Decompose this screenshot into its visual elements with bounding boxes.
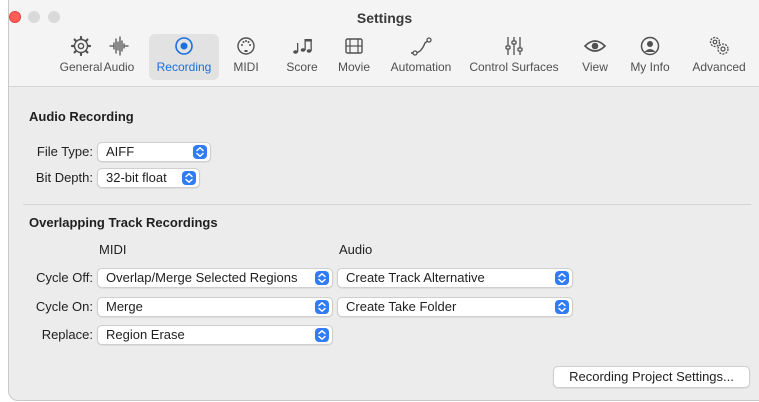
chevron-up-down-icon: [315, 328, 329, 342]
tab-advanced[interactable]: Advanced: [687, 34, 751, 80]
chevron-up-down-icon: [555, 300, 569, 314]
cycle-off-midi-popup[interactable]: Overlap/Merge Selected Regions: [97, 268, 333, 288]
tab-midi-label: MIDI: [233, 60, 259, 74]
overlapping-recordings-heading: Overlapping Track Recordings: [29, 215, 218, 230]
cycle-off-label: Cycle Off:: [36, 270, 93, 285]
tab-automation[interactable]: Automation: [382, 34, 460, 80]
chevron-up-down-icon: [315, 300, 329, 314]
tab-my-info[interactable]: My Info: [623, 34, 677, 80]
tab-movie[interactable]: Movie: [332, 34, 376, 80]
tab-control-surfaces[interactable]: Control Surfaces: [464, 34, 564, 80]
settings-window: Settings General Audio Recording MIDI Sc…: [8, 0, 759, 401]
tab-control-surfaces-label: Control Surfaces: [469, 60, 559, 74]
window-title: Settings: [356, 10, 413, 26]
section-divider: [23, 204, 751, 205]
gear-icon: [70, 35, 92, 57]
cycle-on-midi-value: Merge: [106, 299, 143, 314]
record-icon: [175, 37, 193, 55]
recording-project-settings-button[interactable]: Recording Project Settings...: [553, 366, 750, 388]
cycle-off-audio-popup[interactable]: Create Track Alternative: [337, 268, 573, 288]
recording-settings-pane: Audio Recording File Type: AIFF Bit Dept…: [9, 87, 759, 401]
toolbar: Settings General Audio Recording MIDI Sc…: [9, 0, 759, 87]
tab-recording-label: Recording: [156, 60, 212, 74]
file-type-label: File Type:: [36, 144, 93, 159]
bit-depth-label: Bit Depth:: [35, 170, 93, 185]
gears-icon: [709, 36, 729, 55]
tab-score[interactable]: Score: [281, 34, 323, 80]
film-icon: [345, 38, 363, 54]
tab-audio-label: Audio: [103, 60, 135, 74]
person-icon: [640, 36, 660, 56]
chevron-up-down-icon: [315, 271, 329, 285]
midi-column-header: MIDI: [99, 242, 127, 257]
eye-icon: [583, 40, 607, 52]
tab-automation-label: Automation: [390, 60, 452, 74]
cycle-on-audio-value: Create Take Folder: [346, 299, 457, 314]
replace-label: Replace:: [41, 327, 93, 342]
tab-midi[interactable]: MIDI: [226, 34, 266, 80]
file-type-value: AIFF: [106, 144, 135, 159]
cycle-off-midi-value: Overlap/Merge Selected Regions: [106, 270, 298, 285]
bit-depth-value: 32-bit float: [106, 170, 167, 185]
tab-my-info-label: My Info: [630, 60, 670, 74]
replace-midi-popup[interactable]: Region Erase: [97, 325, 333, 345]
chevron-up-down-icon: [182, 171, 196, 185]
waveform-icon: [109, 36, 129, 56]
tab-recording[interactable]: Recording: [149, 34, 219, 80]
tab-view[interactable]: View: [575, 34, 615, 80]
tab-view-label: View: [582, 60, 608, 74]
tab-audio[interactable]: Audio: [97, 34, 141, 80]
tab-movie-label: Movie: [337, 60, 370, 74]
music-notes-icon: [293, 39, 312, 54]
tab-advanced-label: Advanced: [692, 60, 746, 74]
audio-recording-heading: Audio Recording: [29, 109, 134, 124]
chevron-up-down-icon: [555, 271, 569, 285]
chevron-up-down-icon: [193, 145, 207, 159]
audio-column-header: Audio: [339, 242, 373, 257]
sliders-icon: [505, 37, 523, 55]
replace-midi-value: Region Erase: [106, 327, 185, 342]
file-type-popup[interactable]: AIFF: [97, 142, 211, 162]
cycle-on-label: Cycle On:: [35, 299, 93, 314]
tab-score-label: Score: [286, 60, 318, 74]
midi-port-icon: [237, 37, 255, 55]
bit-depth-popup[interactable]: 32-bit float: [97, 168, 200, 188]
cycle-on-audio-popup[interactable]: Create Take Folder: [337, 297, 573, 317]
cycle-off-audio-value: Create Track Alternative: [346, 270, 485, 285]
automation-curve-icon: [411, 37, 432, 56]
cycle-on-midi-popup[interactable]: Merge: [97, 297, 333, 317]
